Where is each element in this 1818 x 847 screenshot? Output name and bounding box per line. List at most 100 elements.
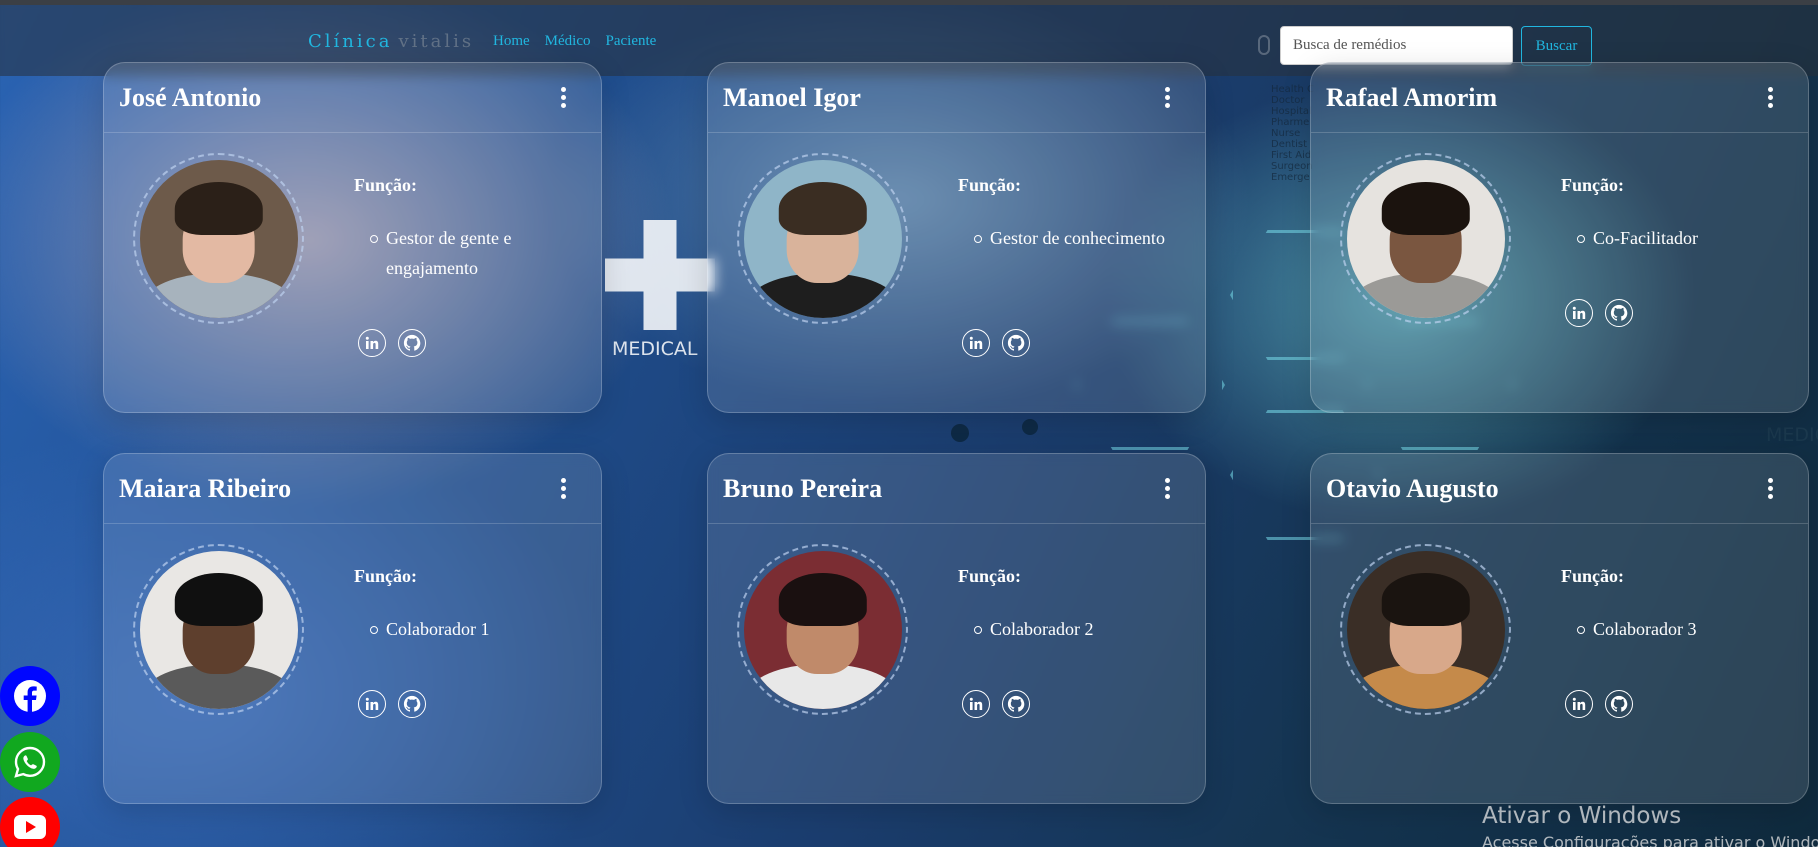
social-links bbox=[1565, 690, 1633, 718]
brand-second: vitalis bbox=[398, 31, 475, 52]
avatar bbox=[743, 159, 902, 318]
nav-link-medico[interactable]: Médico bbox=[545, 33, 591, 50]
card-header: Otavio Augusto bbox=[1311, 454, 1808, 524]
health-word-list: Health C Doctor Hospital Pharme Nurse Dentist… bbox=[1271, 84, 1314, 183]
role-list: Colaborador 1 bbox=[370, 614, 576, 644]
whatsapp-icon bbox=[14, 746, 46, 778]
github-icon[interactable] bbox=[398, 690, 426, 718]
health-word: Emerge bbox=[1271, 172, 1310, 183]
nav-links: Home Médico Paciente bbox=[493, 33, 656, 50]
card-header: Manoel Igor bbox=[708, 63, 1205, 133]
card-header: José Antonio bbox=[104, 63, 601, 133]
social-links bbox=[358, 690, 426, 718]
youtube-button[interactable] bbox=[0, 797, 60, 847]
role-item: Colaborador 3 bbox=[1577, 614, 1783, 644]
role-list: Co-Facilitador bbox=[1577, 223, 1783, 253]
linkedin-icon[interactable] bbox=[962, 329, 990, 357]
watermark-title: Ativar o Windows bbox=[1482, 803, 1682, 829]
health-word: Nurse bbox=[1271, 128, 1301, 139]
facebook-button[interactable] bbox=[0, 666, 60, 726]
medical-text: MEDICAL bbox=[612, 338, 698, 360]
kebab-menu-icon[interactable] bbox=[1768, 478, 1774, 500]
role-list: Gestor de gente e engajamento bbox=[370, 223, 576, 283]
brand-first: Clínica bbox=[308, 31, 393, 52]
github-icon[interactable] bbox=[1002, 329, 1030, 357]
linkedin-icon[interactable] bbox=[358, 690, 386, 718]
kebab-menu-icon[interactable] bbox=[561, 478, 567, 500]
team-card: Bruno Pereira Função: Colaborador 2 bbox=[707, 453, 1206, 804]
role-item: Gestor de conhecimento bbox=[974, 223, 1180, 253]
avatar-ring bbox=[1340, 153, 1511, 324]
avatar bbox=[743, 550, 902, 709]
role-label: Função: bbox=[958, 566, 1021, 586]
avatar bbox=[1346, 159, 1505, 318]
windows-activation-watermark: Ativar o Windows Acesse Configurações pa… bbox=[1482, 803, 1818, 847]
search-button[interactable]: Buscar bbox=[1521, 26, 1592, 66]
avatar-ring bbox=[133, 153, 304, 324]
avatar bbox=[1346, 550, 1505, 709]
avatar-ring bbox=[133, 544, 304, 715]
medic-text: MEDIC bbox=[1766, 424, 1818, 446]
avatar-ring bbox=[737, 153, 908, 324]
github-icon[interactable] bbox=[398, 329, 426, 357]
role-label: Função: bbox=[1561, 566, 1624, 586]
github-icon[interactable] bbox=[1605, 299, 1633, 327]
nav-link-paciente[interactable]: Paciente bbox=[606, 33, 657, 50]
molecule-dot bbox=[951, 424, 969, 442]
role-list: Colaborador 2 bbox=[974, 614, 1180, 644]
kebab-menu-icon[interactable] bbox=[1165, 478, 1171, 500]
member-name: Maiara Ribeiro bbox=[119, 474, 292, 503]
molecule-dot bbox=[1022, 419, 1038, 435]
avatar-ring bbox=[1340, 544, 1511, 715]
health-word: First Aid bbox=[1271, 150, 1312, 161]
linkedin-icon[interactable] bbox=[358, 329, 386, 357]
watermark-subtitle: Acesse Configurações para ativar o Windo… bbox=[1482, 833, 1818, 847]
github-icon[interactable] bbox=[1605, 690, 1633, 718]
social-links bbox=[1565, 299, 1633, 327]
linkedin-icon[interactable] bbox=[962, 690, 990, 718]
role-item: Co-Facilitador bbox=[1577, 223, 1783, 253]
social-links bbox=[962, 329, 1030, 357]
role-list: Colaborador 3 bbox=[1577, 614, 1783, 644]
role-label: Função: bbox=[354, 175, 417, 195]
avatar bbox=[139, 159, 298, 318]
medical-cross-icon bbox=[605, 220, 715, 330]
member-name: José Antonio bbox=[119, 83, 262, 112]
search-input[interactable] bbox=[1280, 26, 1513, 65]
youtube-icon bbox=[14, 815, 46, 839]
health-word: Doctor bbox=[1271, 95, 1305, 106]
health-word: Hospital bbox=[1271, 106, 1312, 117]
card-header: Rafael Amorim bbox=[1311, 63, 1808, 133]
health-word: Surgeon bbox=[1271, 161, 1313, 172]
microphone-icon bbox=[1258, 35, 1270, 55]
team-card: Maiara Ribeiro Função: Colaborador 1 bbox=[103, 453, 602, 804]
kebab-menu-icon[interactable] bbox=[1768, 87, 1774, 109]
role-item: Colaborador 1 bbox=[370, 614, 576, 644]
linkedin-icon[interactable] bbox=[1565, 690, 1593, 718]
social-links bbox=[358, 329, 426, 357]
brand-logo[interactable]: Clínica vitalis bbox=[308, 31, 474, 52]
role-item: Colaborador 2 bbox=[974, 614, 1180, 644]
health-word: Pharme bbox=[1271, 117, 1310, 128]
role-label: Função: bbox=[1561, 175, 1624, 195]
linkedin-icon[interactable] bbox=[1565, 299, 1593, 327]
role-item: Gestor de gente e engajamento bbox=[370, 223, 576, 283]
member-name: Rafael Amorim bbox=[1326, 83, 1498, 112]
kebab-menu-icon[interactable] bbox=[561, 87, 567, 109]
whatsapp-button[interactable] bbox=[0, 732, 60, 792]
github-icon[interactable] bbox=[1002, 690, 1030, 718]
role-label: Função: bbox=[958, 175, 1021, 195]
health-word: Health C bbox=[1271, 84, 1314, 95]
team-card: Manoel Igor Função: Gestor de conhecimen… bbox=[707, 62, 1206, 413]
social-links bbox=[962, 690, 1030, 718]
avatar bbox=[139, 550, 298, 709]
member-name: Otavio Augusto bbox=[1326, 474, 1499, 503]
card-header: Maiara Ribeiro bbox=[104, 454, 601, 524]
nav-link-home[interactable]: Home bbox=[493, 33, 530, 50]
role-list: Gestor de conhecimento bbox=[974, 223, 1180, 253]
card-header: Bruno Pereira bbox=[708, 454, 1205, 524]
kebab-menu-icon[interactable] bbox=[1165, 87, 1171, 109]
team-card: José Antonio Função: Gestor de gente e e… bbox=[103, 62, 602, 413]
member-name: Bruno Pereira bbox=[723, 474, 883, 503]
health-word: Dentist bbox=[1271, 139, 1308, 150]
